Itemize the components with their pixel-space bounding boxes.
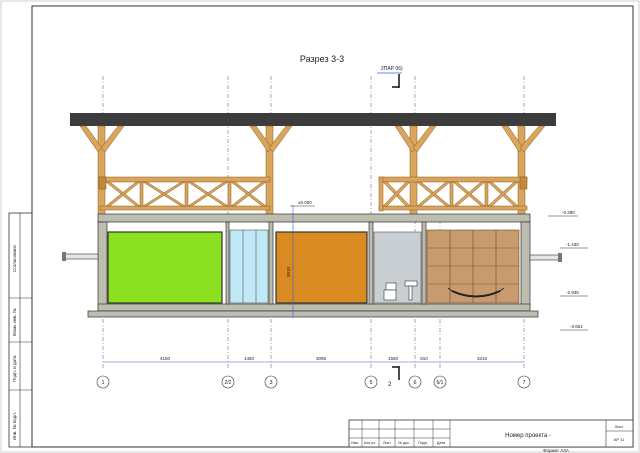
axis-label-7: 7 xyxy=(522,380,525,386)
wood-panel-wall xyxy=(426,229,520,304)
green-room xyxy=(107,231,223,304)
outer-frame xyxy=(0,0,640,453)
roof-slab xyxy=(70,113,556,126)
svg-text:3010: 3010 xyxy=(286,266,291,277)
glass-partition xyxy=(229,229,269,304)
wc-room xyxy=(373,231,422,304)
svg-text:±0.000: ±0.000 xyxy=(298,200,312,205)
project-number: Номер проекта - xyxy=(505,433,551,439)
railing-right xyxy=(378,176,528,212)
pipe-right xyxy=(529,253,562,262)
col-data: Дата xyxy=(437,441,445,445)
drawing-title: Разрез 3-3 xyxy=(300,54,344,64)
svg-text:-0.290: -0.290 xyxy=(562,210,575,215)
axis-label-1: 1 xyxy=(101,380,104,386)
dim-2: 1450 xyxy=(244,356,255,361)
level-marker-right-mid: -1.430 xyxy=(560,242,588,249)
col-ndoc: № док. xyxy=(398,441,410,445)
pipe-left xyxy=(62,252,99,261)
drawing-sheet: Согласовано Взам. инв. № Подп. и дата Ин… xyxy=(0,0,640,453)
axis-label-3: 3 xyxy=(269,380,272,386)
stamp-label-replace: Взам. инв. № xyxy=(12,308,17,336)
axis-label-5: 6 xyxy=(413,380,416,386)
col-list: Лист xyxy=(383,441,391,445)
dim-5: 910 xyxy=(420,356,428,361)
svg-text:2: 2 xyxy=(388,382,392,388)
side-stamp: Согласовано Взам. инв. № Подп. и дата Ин… xyxy=(8,212,33,448)
level-marker-right-upper: -0.290 xyxy=(548,210,578,217)
section-marker: 2ПАР 06) xyxy=(377,66,403,88)
svg-text:-1.430: -1.430 xyxy=(566,242,579,247)
sheet-number: АР 11 xyxy=(614,437,625,442)
format-label: Формат А3А xyxy=(543,448,569,453)
col-koluch: Кол.уч. xyxy=(364,441,376,445)
level-marker-top: ±0.000 xyxy=(290,200,315,207)
dim-4: 1560 xyxy=(388,356,399,361)
axis-label-2: 2/2 xyxy=(225,380,232,386)
sheet-label: Лист xyxy=(615,424,624,429)
dim-6: 3315 xyxy=(477,356,488,361)
axis-label-4: 5 xyxy=(369,380,372,386)
col-izm: Изм. xyxy=(351,441,359,445)
section-cut-marker: 2 xyxy=(388,366,400,388)
col-podp: Подп. xyxy=(418,441,428,445)
stamp-label-sign-date: Подп. и дата xyxy=(12,355,17,382)
svg-text:-3.651: -3.651 xyxy=(570,324,583,329)
level-marker-right-bottom: -3.651 xyxy=(560,324,588,331)
dim-1: 4150 xyxy=(160,356,171,361)
axis-label-6: 6/1 xyxy=(437,380,444,386)
title-block: Изм. Кол.уч. Лист № док. Подп. Дата Номе… xyxy=(348,419,634,448)
railing-left xyxy=(98,176,271,211)
stamp-label-inv: Инв. № подл. xyxy=(12,412,17,440)
level-marker-right-low: -2.935 xyxy=(560,290,588,297)
svg-text:-2.935: -2.935 xyxy=(566,290,579,295)
grid-bubbles: 1 2/2 3 5 6 6/1 7 xyxy=(96,375,531,389)
stamp-label-agreed: Согласовано xyxy=(12,244,17,272)
toilet-icon xyxy=(383,282,397,301)
section-drawing: Согласовано Взам. инв. № Подп. и дата Ин… xyxy=(0,0,640,453)
inner-frame xyxy=(31,5,634,448)
svg-text:2ПАР 06): 2ПАР 06) xyxy=(381,66,403,72)
dimension-chain: 4150 1450 3095 1560 910 3315 xyxy=(103,356,524,363)
dim-3: 3095 xyxy=(316,356,327,361)
